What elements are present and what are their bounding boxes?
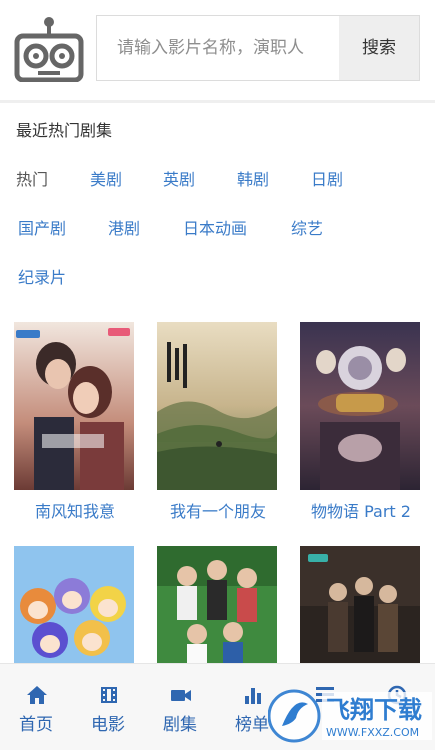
watermark-title: 飞翔下载 (326, 696, 422, 724)
poster-image[interactable] (14, 322, 134, 490)
tag-kr-drama[interactable]: 韩剧 (237, 166, 269, 190)
tag-cn-drama[interactable]: 国产剧 (18, 215, 66, 239)
nav-movies[interactable]: 电影 (72, 664, 144, 750)
nav-series[interactable]: 剧集 (144, 664, 216, 750)
show-card[interactable]: 物物语 Part 2 (300, 322, 422, 522)
video-camera-icon (171, 690, 191, 701)
watermark: 飞翔下载 WWW.FXXZ.COM (267, 688, 433, 744)
tag-hot[interactable]: 热门 (16, 166, 48, 190)
section-title: 最近热门剧集 (16, 121, 113, 140)
bar-chart-icon (245, 688, 261, 704)
nav-label: 剧集 (163, 715, 197, 735)
search-input[interactable] (97, 16, 339, 80)
tag-uk-drama[interactable]: 英剧 (163, 166, 195, 190)
header: 搜索 (0, 0, 435, 100)
nav-label: 电影 (91, 715, 125, 735)
show-card[interactable]: 南风知我意 (14, 322, 136, 522)
robot-logo-icon[interactable] (14, 16, 84, 83)
show-title[interactable]: 我有一个朋友 (157, 498, 279, 522)
poster-image[interactable] (300, 322, 420, 490)
nav-home[interactable]: 首页 (0, 664, 72, 750)
show-card[interactable]: 我有一个朋友 (157, 322, 279, 522)
tag-variety[interactable]: 综艺 (291, 215, 323, 239)
watermark-logo-icon: 飞翔下载 WWW.FXXZ.COM (267, 689, 432, 743)
show-title[interactable]: 物物语 Part 2 (300, 498, 422, 522)
poster-image[interactable] (157, 322, 277, 490)
show-title[interactable]: 南风知我意 (14, 498, 136, 522)
tag-documentary[interactable]: 纪录片 (18, 264, 66, 288)
search-bar: 搜索 (96, 15, 420, 81)
nav-label: 首页 (19, 715, 53, 735)
film-icon (101, 687, 117, 703)
home-icon (27, 686, 47, 704)
tag-us-drama[interactable]: 美剧 (90, 166, 122, 190)
tag-hk-drama[interactable]: 港剧 (108, 215, 140, 239)
search-button[interactable]: 搜索 (339, 16, 419, 80)
tag-jp-anime[interactable]: 日本动画 (183, 215, 247, 239)
watermark-url: WWW.FXXZ.COM (326, 726, 419, 739)
tag-jp-drama[interactable]: 日剧 (311, 166, 343, 190)
header-divider (0, 100, 435, 103)
